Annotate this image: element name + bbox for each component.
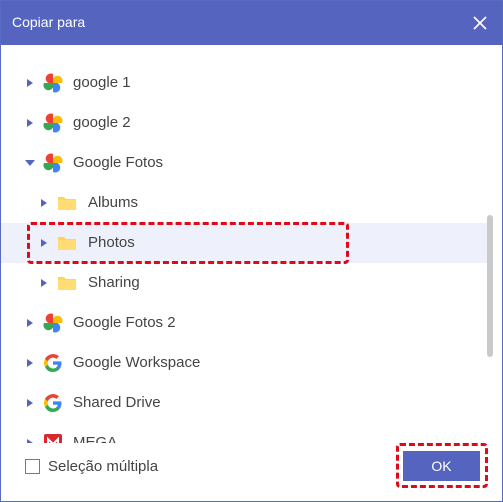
tree-item-label: Google Fotos 2 — [73, 314, 176, 331]
dialog-title: Copiar para — [12, 14, 86, 30]
tree-scrollbar[interactable] — [487, 215, 493, 357]
caret-right-icon[interactable] — [39, 198, 49, 208]
google-photos-icon — [43, 113, 63, 133]
tree-item-google-fotos[interactable]: Google Fotos — [1, 143, 488, 183]
tree-item-label: Sharing — [88, 274, 140, 291]
destination-tree: google 1 google 2 Google Fotos Albums Ph… — [1, 63, 498, 443]
tree-item-label: Google Workspace — [73, 354, 201, 371]
google-photos-icon — [43, 313, 63, 333]
google-photos-icon — [43, 73, 63, 93]
tree-item-google-fotos-2[interactable]: Google Fotos 2 — [1, 303, 488, 343]
tree-item-google-1[interactable]: google 1 — [1, 63, 488, 103]
tree-item-mega[interactable]: MEGA — [1, 423, 488, 443]
caret-down-icon[interactable] — [25, 158, 35, 168]
folder-icon — [58, 197, 76, 210]
caret-right-icon[interactable] — [39, 238, 49, 248]
google-g-icon — [44, 354, 62, 372]
caret-right-icon[interactable] — [25, 78, 35, 88]
tree-item-label: google 1 — [73, 74, 131, 91]
multi-select-label: Seleção múltipla — [48, 458, 159, 475]
ok-button[interactable]: OK — [403, 451, 480, 481]
tree-item-albums[interactable]: Albums — [1, 183, 488, 223]
copy-to-dialog: Copiar para google 1 google 2 Google Fot… — [0, 0, 503, 502]
multi-select-checkbox[interactable]: Seleção múltipla — [25, 458, 158, 475]
folder-icon — [58, 277, 76, 290]
checkbox-box[interactable] — [25, 459, 40, 474]
dialog-titlebar: Copiar para — [1, 1, 502, 45]
google-photos-icon — [43, 153, 63, 173]
tree-item-label: google 2 — [73, 114, 131, 131]
caret-right-icon[interactable] — [25, 398, 35, 408]
caret-right-icon[interactable] — [25, 438, 35, 443]
tree-item-label: Google Fotos — [73, 154, 164, 171]
caret-right-icon[interactable] — [39, 278, 49, 288]
tree-item-label: Shared Drive — [73, 394, 161, 411]
tree-item-label: Albums — [88, 194, 139, 211]
caret-right-icon[interactable] — [25, 358, 35, 368]
tree-item-google-2[interactable]: google 2 — [1, 103, 488, 143]
tree-item-label: Photos — [88, 234, 135, 251]
google-g-icon — [44, 394, 62, 412]
folder-icon — [58, 237, 76, 250]
tree-item-shared-drive[interactable]: Shared Drive — [1, 383, 488, 423]
tree-item-photos[interactable]: Photos — [1, 223, 488, 263]
tree-item-sharing[interactable]: Sharing — [1, 263, 488, 303]
tree-item-label: MEGA — [73, 434, 118, 443]
tree-item-google-workspace[interactable]: Google Workspace — [1, 343, 488, 383]
mega-icon — [44, 434, 62, 443]
caret-right-icon[interactable] — [25, 118, 35, 128]
caret-right-icon[interactable] — [25, 318, 35, 328]
close-icon[interactable] — [472, 15, 488, 31]
